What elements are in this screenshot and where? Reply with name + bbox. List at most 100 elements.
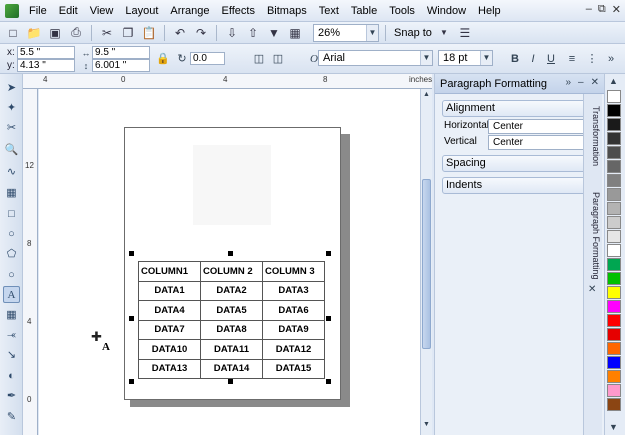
table-tool-icon[interactable]: ▦ <box>3 307 20 324</box>
table-cell[interactable]: DATA11 <box>200 339 263 360</box>
zoom-tool-icon[interactable]: 🔍 <box>3 142 20 159</box>
vertical-ruler[interactable]: 12 8 4 0 <box>23 89 38 435</box>
font-size-dropdown[interactable]: 18 pt ▼ <box>438 50 493 66</box>
scrollbar-thumb[interactable] <box>422 179 431 349</box>
text-tool-icon[interactable]: A <box>3 286 20 303</box>
connector-tool-icon[interactable]: ↘ <box>3 347 20 364</box>
print-icon[interactable]: ⎙ <box>67 24 85 42</box>
lock-ratio-icon[interactable]: 🔒 <box>155 51 171 67</box>
table-cell[interactable]: DATA15 <box>262 358 325 379</box>
color-swatch[interactable] <box>607 202 621 215</box>
tab-paragraph-formatting[interactable]: Paragraph Formatting <box>586 192 601 280</box>
basic-shapes-tool-icon[interactable]: ○ <box>3 267 20 284</box>
align-icon[interactable]: ≡ <box>564 51 580 67</box>
color-swatch[interactable] <box>607 342 621 355</box>
menu-table[interactable]: Table <box>345 2 383 20</box>
width-field[interactable]: 9.5 " <box>92 46 150 59</box>
table-cell[interactable]: DATA2 <box>200 280 263 301</box>
color-swatch[interactable] <box>607 90 621 103</box>
menu-bitmaps[interactable]: Bitmaps <box>261 2 313 20</box>
color-swatch[interactable] <box>607 188 621 201</box>
color-swatch[interactable] <box>607 132 621 145</box>
menu-text[interactable]: Text <box>313 2 345 20</box>
table-cell[interactable]: DATA6 <box>262 300 325 321</box>
indents-section-header[interactable]: Indents ▼ <box>442 177 602 194</box>
color-swatch[interactable] <box>607 314 621 327</box>
minimize-icon[interactable]: – <box>586 3 592 16</box>
underline-icon[interactable]: U <box>543 51 559 67</box>
horizontal-ruler[interactable]: 4 0 4 8 inches <box>23 74 432 89</box>
table-cell[interactable]: DATA4 <box>138 300 201 321</box>
color-swatch[interactable] <box>607 160 621 173</box>
color-swatch[interactable] <box>607 356 621 369</box>
spacing-section-header[interactable]: Spacing ▼ <box>442 155 602 172</box>
eyedropper-tool-icon[interactable]: ✒ <box>3 388 20 405</box>
rotation-field[interactable]: 0.0 <box>190 52 225 65</box>
crop-tool-icon[interactable]: ✂ <box>3 120 20 137</box>
welcome-screen-icon[interactable]: ▦ <box>286 24 304 42</box>
menu-edit[interactable]: Edit <box>53 2 84 20</box>
outline-tool-icon[interactable]: ✎ <box>3 409 20 426</box>
palette-scroll-up-icon[interactable]: ▲ <box>609 76 618 86</box>
vertical-scrollbar[interactable]: ▲ ▼ <box>420 89 432 435</box>
color-swatch[interactable] <box>607 286 621 299</box>
selection-handle[interactable] <box>228 379 233 384</box>
table-cell[interactable]: COLUMN 2 <box>200 261 263 282</box>
more-options-icon[interactable]: » <box>603 51 619 67</box>
new-document-icon[interactable]: □ <box>4 24 22 42</box>
palette-scroll-down-icon[interactable]: ▼ <box>609 422 618 432</box>
pick-tool-icon[interactable]: ➤ <box>3 80 20 97</box>
table-cell[interactable]: DATA9 <box>262 319 325 340</box>
expand-icon[interactable]: » <box>565 77 571 88</box>
color-swatch[interactable] <box>607 104 621 117</box>
menu-view[interactable]: View <box>84 2 120 20</box>
selection-handle[interactable] <box>228 251 233 256</box>
paste-icon[interactable]: 📋 <box>140 24 158 42</box>
application-launcher-icon[interactable]: ▼ <box>265 24 283 42</box>
selection-handle[interactable] <box>326 251 331 256</box>
height-field[interactable]: 6.001 " <box>92 59 150 72</box>
collapse-icon[interactable]: – <box>578 77 584 88</box>
scroll-up-icon[interactable]: ▲ <box>422 91 431 101</box>
menu-help[interactable]: Help <box>472 2 507 20</box>
ellipse-tool-icon[interactable]: ○ <box>3 226 20 243</box>
polygon-tool-icon[interactable]: ⬠ <box>3 246 20 263</box>
y-position-field[interactable]: 4.13 " <box>17 59 75 72</box>
save-icon[interactable]: ▣ <box>46 24 64 42</box>
color-swatch[interactable] <box>607 384 621 397</box>
bullet-list-icon[interactable]: ⋮ <box>584 51 600 67</box>
data-table[interactable]: COLUMN1 COLUMN 2 COLUMN 3 DATA1 DATA2 DATA3 DA… <box>138 261 325 379</box>
table-cell[interactable]: DATA8 <box>200 319 263 340</box>
table-cell[interactable]: DATA14 <box>200 358 263 379</box>
blend-tool-icon[interactable]: ◐ <box>3 368 20 385</box>
zoom-level-dropdown[interactable]: 26% ▼ <box>313 23 379 42</box>
color-swatch[interactable] <box>607 118 621 131</box>
menu-effects[interactable]: Effects <box>216 2 261 20</box>
mirror-horizontal-icon[interactable]: ◫ <box>251 51 267 67</box>
color-swatch[interactable] <box>607 146 621 159</box>
table-cell[interactable]: DATA7 <box>138 319 201 340</box>
selection-handle[interactable] <box>129 316 134 321</box>
scroll-down-icon[interactable]: ▼ <box>422 421 431 431</box>
chevron-down-icon[interactable]: ▼ <box>435 24 453 42</box>
freehand-tool-icon[interactable]: ∿ <box>3 164 20 181</box>
bold-icon[interactable]: B <box>507 51 523 67</box>
alignment-section-header[interactable]: Alignment ▲ <box>442 100 602 117</box>
menu-file[interactable]: File <box>25 2 53 20</box>
undo-icon[interactable]: ↶ <box>171 24 189 42</box>
rotation-icon[interactable]: ↻ <box>174 51 190 67</box>
color-swatch[interactable] <box>607 244 621 257</box>
smart-fill-tool-icon[interactable]: ▦ <box>3 185 20 202</box>
close-icon[interactable]: ✕ <box>612 3 621 16</box>
shape-tool-icon[interactable]: ✦ <box>3 100 20 117</box>
color-swatch[interactable] <box>607 216 621 229</box>
x-position-field[interactable]: 5.5 " <box>17 46 75 59</box>
color-swatch[interactable] <box>607 300 621 313</box>
menu-tools[interactable]: Tools <box>383 2 421 20</box>
menu-layout[interactable]: Layout <box>119 2 164 20</box>
color-swatch[interactable] <box>607 272 621 285</box>
open-folder-icon[interactable]: 📁 <box>25 24 43 42</box>
tab-transformation[interactable]: Transformation <box>586 106 601 166</box>
selection-handle[interactable] <box>129 251 134 256</box>
selection-handle[interactable] <box>129 379 134 384</box>
